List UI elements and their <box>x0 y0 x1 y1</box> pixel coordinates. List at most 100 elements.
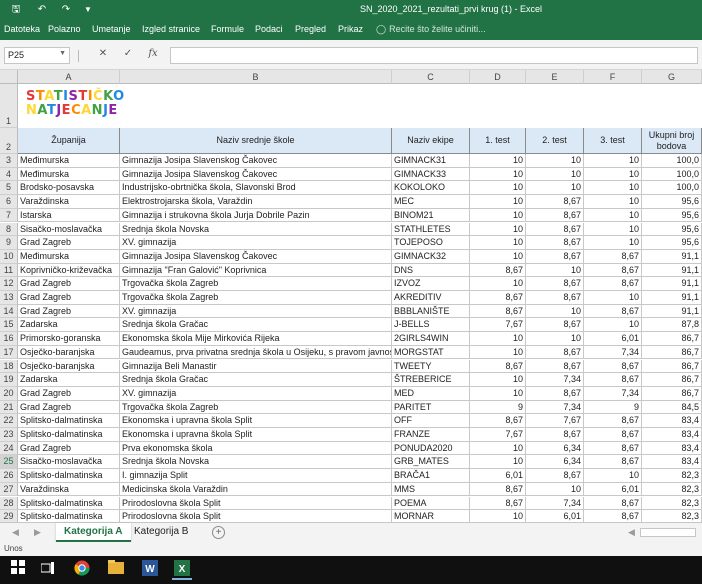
table-cell[interactable]: Medicinska škola Varaždin <box>120 482 392 497</box>
row-header[interactable]: 8 <box>0 222 18 237</box>
table-cell[interactable]: Splitsko-dalmatinska <box>18 414 120 428</box>
table-cell[interactable]: 10 <box>470 222 526 237</box>
table-cell[interactable]: BBBLANIŠTE <box>392 304 470 319</box>
table-cell[interactable]: 8,67 <box>584 428 642 442</box>
tab-podaci[interactable]: Podaci <box>255 24 283 34</box>
table-cell[interactable]: 83,4 <box>642 441 702 456</box>
row-header[interactable]: 25 <box>0 455 18 470</box>
table-cell[interactable]: 83,4 <box>642 428 702 442</box>
table-cell[interactable]: 8,67 <box>470 291 526 305</box>
next-sheet-icon[interactable]: ▶ <box>34 527 41 538</box>
table-cell[interactable]: 10 <box>526 263 584 278</box>
table-cell[interactable]: 8,67 <box>584 455 642 470</box>
task-view-icon[interactable] <box>38 560 58 580</box>
table-cell[interactable]: Zadarska <box>18 318 120 333</box>
row-header-1[interactable]: 1 <box>0 84 18 128</box>
table-cell[interactable]: 86,7 <box>642 386 702 401</box>
column-header-g[interactable]: G <box>642 70 702 84</box>
table-cell[interactable]: 9 <box>584 400 642 415</box>
row-header[interactable]: 9 <box>0 236 18 250</box>
table-cell[interactable]: 6,34 <box>526 441 584 456</box>
table-cell[interactable]: Osječko-baranjska <box>18 345 120 360</box>
row-header[interactable]: 19 <box>0 373 18 387</box>
header-cell-test3[interactable]: 3. test <box>584 128 642 154</box>
table-cell[interactable]: Ekonomska i upravna škola Split <box>120 414 392 428</box>
table-cell[interactable]: 10 <box>470 332 526 346</box>
row-header[interactable]: 15 <box>0 318 18 333</box>
column-header-e[interactable]: E <box>526 70 584 84</box>
row-header[interactable]: 18 <box>0 359 18 374</box>
table-cell[interactable]: 8,67 <box>470 414 526 428</box>
table-cell[interactable]: FRANZE <box>392 428 470 442</box>
row-header[interactable]: 20 <box>0 386 18 401</box>
table-cell[interactable]: Grad Zagreb <box>18 441 120 456</box>
table-cell[interactable]: 8,67 <box>470 304 526 319</box>
table-cell[interactable]: 10 <box>584 318 642 333</box>
table-cell[interactable]: 8,67 <box>526 386 584 401</box>
table-cell[interactable]: 10 <box>526 181 584 196</box>
row-header[interactable]: 10 <box>0 249 18 264</box>
table-cell[interactable]: Sisačko-moslavačka <box>18 455 120 470</box>
table-cell[interactable]: 8,67 <box>584 359 642 374</box>
enter-check-icon[interactable]: ✓ <box>121 48 135 59</box>
cancel-icon[interactable]: ✕ <box>96 48 110 59</box>
table-cell[interactable]: 10 <box>470 277 526 291</box>
table-cell[interactable]: Elektrostrojarska škola, Varaždin <box>120 195 392 209</box>
table-cell[interactable]: Srednja škola Novska <box>120 455 392 470</box>
table-cell[interactable]: Grad Zagreb <box>18 291 120 305</box>
row-header[interactable]: 11 <box>0 263 18 278</box>
table-cell[interactable]: 10 <box>584 469 642 483</box>
table-cell[interactable]: 6,01 <box>470 469 526 483</box>
table-cell[interactable]: 10 <box>526 304 584 319</box>
table-cell[interactable]: 10 <box>526 482 584 497</box>
table-cell[interactable]: Istarska <box>18 208 120 223</box>
table-cell[interactable]: 95,6 <box>642 236 702 250</box>
table-cell[interactable]: TOJEPOSO <box>392 236 470 250</box>
table-cell[interactable]: Trgovačka škola Zagreb <box>120 400 392 415</box>
table-cell[interactable]: 8,67 <box>526 222 584 237</box>
table-cell[interactable]: 7,34 <box>526 400 584 415</box>
table-cell[interactable]: 10 <box>584 195 642 209</box>
table-cell[interactable]: Varaždinska <box>18 195 120 209</box>
table-cell[interactable]: GIMNACK31 <box>392 154 470 168</box>
table-cell[interactable]: 100,0 <box>642 181 702 196</box>
table-cell[interactable]: Gimnazija Josipa Slavenskog Čakovec <box>120 249 392 264</box>
table-cell[interactable]: 8,67 <box>470 496 526 511</box>
table-cell[interactable]: 82,3 <box>642 482 702 497</box>
table-cell[interactable]: 10 <box>470 181 526 196</box>
table-cell[interactable]: BINOM21 <box>392 208 470 223</box>
table-cell[interactable]: 8,67 <box>526 291 584 305</box>
table-cell[interactable]: Međimurska <box>18 167 120 182</box>
table-cell[interactable]: 10 <box>584 291 642 305</box>
table-cell[interactable]: 7,67 <box>526 414 584 428</box>
table-cell[interactable]: 10 <box>584 222 642 237</box>
table-cell[interactable]: 8,67 <box>526 359 584 374</box>
table-cell[interactable]: 83,4 <box>642 455 702 470</box>
table-cell[interactable]: MMS <box>392 482 470 497</box>
table-cell[interactable]: Splitsko-dalmatinska <box>18 469 120 483</box>
table-cell[interactable]: 82,3 <box>642 469 702 483</box>
table-cell[interactable]: 8,67 <box>584 414 642 428</box>
table-cell[interactable]: 8,67 <box>470 482 526 497</box>
row-header[interactable]: 4 <box>0 167 18 182</box>
table-cell[interactable]: 8,67 <box>584 441 642 456</box>
header-cell-test1[interactable]: 1. test <box>470 128 526 154</box>
table-cell[interactable]: Gimnazija Josipa Slavenskog Čakovec <box>120 167 392 182</box>
formula-input[interactable] <box>170 47 698 64</box>
table-cell[interactable]: 8,67 <box>584 496 642 511</box>
table-cell[interactable]: Međimurska <box>18 154 120 168</box>
table-cell[interactable]: Grad Zagreb <box>18 304 120 319</box>
table-cell[interactable]: 8,67 <box>584 304 642 319</box>
table-cell[interactable]: Koprivničko-križevačka <box>18 263 120 278</box>
table-cell[interactable]: ŠTREBERICE <box>392 373 470 387</box>
name-box[interactable]: P25 ▼ <box>4 47 70 64</box>
scroll-left-icon[interactable]: ◀ <box>628 527 635 538</box>
row-header[interactable]: 24 <box>0 441 18 456</box>
table-cell[interactable]: 10 <box>470 236 526 250</box>
table-cell[interactable]: 87,8 <box>642 318 702 333</box>
table-cell[interactable]: 6,01 <box>584 482 642 497</box>
table-cell[interactable]: 10 <box>470 167 526 182</box>
table-cell[interactable]: 95,6 <box>642 222 702 237</box>
row-header[interactable]: 22 <box>0 414 18 428</box>
chevron-down-icon[interactable]: ▼ <box>59 50 66 57</box>
